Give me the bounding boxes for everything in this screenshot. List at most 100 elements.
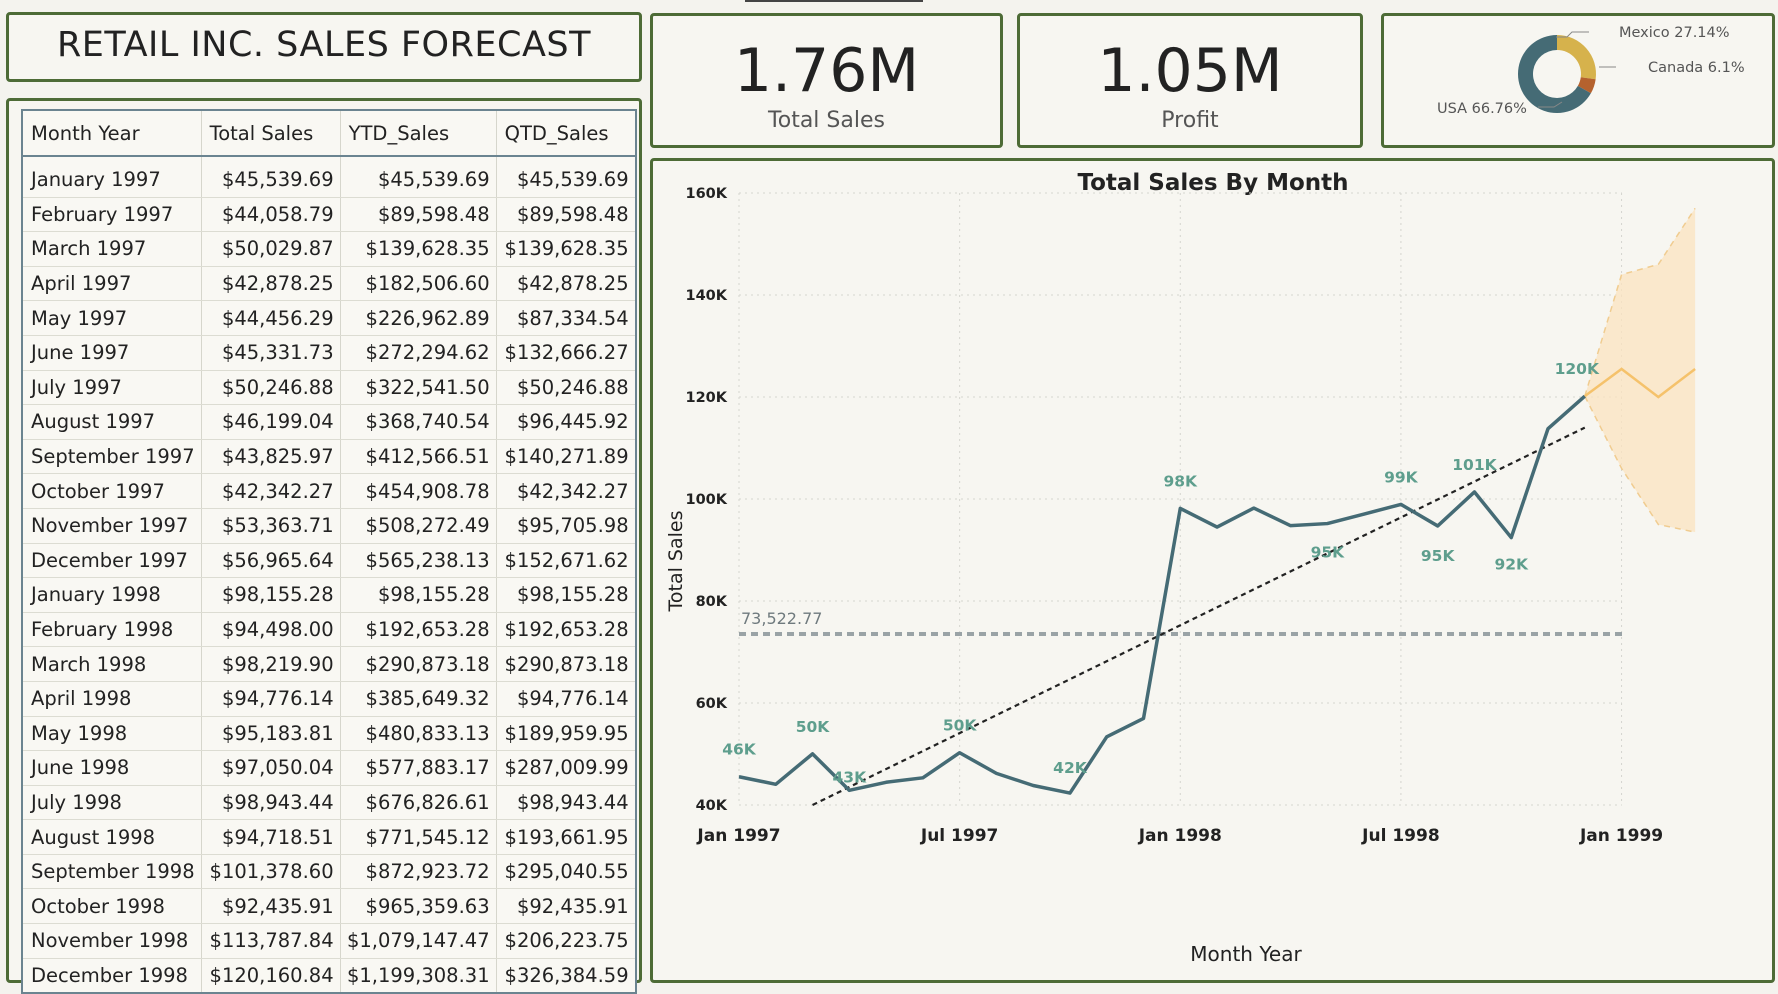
table-row[interactable]: November 1997 $53,363.71 $508,272.49 $95,70… xyxy=(22,508,637,544)
cell-qtd-sales: $290,873.18 xyxy=(496,646,637,682)
cell-ytd-sales: $322,541.50 xyxy=(340,370,497,406)
table-row[interactable]: July 1998 $98,943.44 $676,826.61 $98,943.44 xyxy=(22,785,637,821)
column-header-qtd-sales[interactable]: QTD_Sales xyxy=(496,110,637,157)
cell-month-year: November 1997 xyxy=(22,508,202,544)
cell-qtd-sales: $206,223.75 xyxy=(496,923,637,959)
table-row[interactable]: January 1998 $98,155.28 $98,155.28 $98,155.… xyxy=(22,577,637,613)
cell-qtd-sales: $132,666.27 xyxy=(496,335,637,371)
table-row[interactable]: October 1997 $42,342.27 $454,908.78 $42,342… xyxy=(22,473,637,509)
line-chart-card: Total Sales By Month Total Sales Month Y… xyxy=(650,158,1775,983)
cell-qtd-sales: $50,246.88 xyxy=(496,370,637,406)
table-row[interactable]: December 1998 $120,160.84 $1,199,308.31 $32… xyxy=(22,958,637,994)
cell-ytd-sales: $872,923.72 xyxy=(340,854,497,890)
cell-ytd-sales: $577,883.17 xyxy=(340,750,497,786)
cell-month-year: December 1998 xyxy=(22,958,202,994)
donut-chart[interactable]: Mexico 27.14% Canada 6.1% USA 66.76% xyxy=(1384,16,1772,145)
cell-total-sales: $56,965.64 xyxy=(201,543,341,579)
y-axis-title: Total Sales xyxy=(665,511,687,613)
cell-total-sales: $97,050.04 xyxy=(201,750,341,786)
table-row[interactable]: July 1997 $50,246.88 $322,541.50 $50,246.88 xyxy=(22,370,637,406)
table-row[interactable]: January 1997 $45,539.69 $45,539.69 $45,539.… xyxy=(22,156,637,198)
cell-ytd-sales: $89,598.48 xyxy=(340,197,497,233)
cell-month-year: March 1997 xyxy=(22,231,202,267)
cell-qtd-sales: $87,334.54 xyxy=(496,300,637,336)
data-label: 99K xyxy=(1384,468,1419,486)
donut-slice-mexico[interactable] xyxy=(1557,35,1596,80)
cell-qtd-sales: $192,653.28 xyxy=(496,612,637,648)
data-label: 42K xyxy=(1053,759,1088,777)
kpi-card-profit[interactable]: 1.05M Profit xyxy=(1017,13,1363,148)
cell-month-year: September 1997 xyxy=(22,439,202,475)
table-row[interactable]: June 1998 $97,050.04 $577,883.17 $287,009.9… xyxy=(22,750,637,786)
column-header-ytd-sales[interactable]: YTD_Sales xyxy=(340,110,497,157)
trend-line xyxy=(812,426,1586,806)
cell-month-year: June 1998 xyxy=(22,750,202,786)
y-tick-label: 120K xyxy=(685,390,727,406)
column-header-month-year[interactable]: Month Year xyxy=(22,110,202,157)
table-row[interactable]: March 1997 $50,029.87 $139,628.35 $139,628.… xyxy=(22,231,637,267)
y-tick-label: 60K xyxy=(696,696,728,712)
table-row[interactable]: April 1997 $42,878.25 $182,506.60 $42,878.2… xyxy=(22,266,637,302)
dashboard-title: RETAIL INC. SALES FORECAST xyxy=(56,25,592,65)
kpi-card-total-sales[interactable]: 1.76M Total Sales xyxy=(650,13,1003,148)
table-row[interactable]: December 1997 $56,965.64 $565,238.13 $152,6… xyxy=(22,543,637,579)
cell-ytd-sales: $272,294.62 xyxy=(340,335,497,371)
table-row[interactable]: September 1997 $43,825.97 $412,566.51 $140,… xyxy=(22,439,637,475)
data-label: 50K xyxy=(796,718,831,736)
table-row[interactable]: May 1997 $44,456.29 $226,962.89 $87,334.54 xyxy=(22,300,637,336)
table-row[interactable]: March 1998 $98,219.90 $290,873.18 $290,873.… xyxy=(22,646,637,682)
sales-table[interactable]: Month Year Total Sales YTD_Sales QTD_Sal… xyxy=(21,109,637,994)
column-header-total-sales[interactable]: Total Sales xyxy=(201,110,341,157)
cell-ytd-sales: $676,826.61 xyxy=(340,785,497,821)
donut-label-usa: USA 66.76% xyxy=(1437,101,1527,117)
x-axis-title: Month Year xyxy=(1190,942,1302,966)
table-row[interactable]: October 1998 $92,435.91 $965,359.63 $92,435… xyxy=(22,888,637,925)
table-row[interactable]: September 1998 $101,378.60 $872,923.72 $295… xyxy=(22,854,637,890)
table-row[interactable]: April 1998 $94,776.14 $385,649.32 $94,776.1… xyxy=(22,681,637,717)
cell-total-sales: $46,199.04 xyxy=(201,404,341,440)
x-tick-label: Jul 1998 xyxy=(1361,826,1440,846)
cell-qtd-sales: $189,959.95 xyxy=(496,716,637,752)
cell-total-sales: $95,183.81 xyxy=(201,716,341,752)
cell-qtd-sales: $94,776.14 xyxy=(496,681,637,717)
cell-month-year: September 1998 xyxy=(22,854,202,890)
cell-month-year: June 1997 xyxy=(22,335,202,371)
cell-ytd-sales: $454,908.78 xyxy=(340,473,497,509)
total-sales-line-chart[interactable]: Total Sales By Month Total Sales Month Y… xyxy=(653,161,1772,980)
table-row[interactable]: May 1998 $95,183.81 $480,833.13 $189,959.95 xyxy=(22,716,637,752)
table-row[interactable]: June 1997 $45,331.73 $272,294.62 $132,666.2… xyxy=(22,335,637,371)
cell-total-sales: $44,456.29 xyxy=(201,300,341,336)
cell-total-sales: $94,776.14 xyxy=(201,681,341,717)
data-label: 50K xyxy=(943,717,978,735)
donut-chart-card[interactable]: Mexico 27.14% Canada 6.1% USA 66.76% xyxy=(1381,13,1775,148)
table-row[interactable]: August 1997 $46,199.04 $368,740.54 $96,445.… xyxy=(22,404,637,440)
cell-ytd-sales: $1,079,147.47 xyxy=(340,923,497,959)
cell-ytd-sales: $98,155.28 xyxy=(340,577,497,613)
cell-ytd-sales: $290,873.18 xyxy=(340,646,497,682)
cell-month-year: May 1997 xyxy=(22,300,202,336)
data-label: 92K xyxy=(1494,556,1529,574)
cell-month-year: February 1998 xyxy=(22,612,202,648)
cell-ytd-sales: $192,653.28 xyxy=(340,612,497,648)
cell-qtd-sales: $193,661.95 xyxy=(496,819,637,855)
table-row[interactable]: November 1998 $113,787.84 $1,079,147.47 $20… xyxy=(22,923,637,959)
cell-total-sales: $42,342.27 xyxy=(201,473,341,509)
cell-month-year: October 1998 xyxy=(22,888,202,925)
cell-qtd-sales: $96,445.92 xyxy=(496,404,637,440)
table-row[interactable]: February 1997 $44,058.79 $89,598.48 $89,598… xyxy=(22,197,637,233)
average-line-label: 73,522.77 xyxy=(741,609,822,628)
cell-qtd-sales: $98,943.44 xyxy=(496,785,637,821)
cell-ytd-sales: $139,628.35 xyxy=(340,231,497,267)
table-row[interactable]: August 1998 $94,718.51 $771,545.12 $193,661… xyxy=(22,819,637,855)
table-row[interactable]: February 1998 $94,498.00 $192,653.28 $192,6… xyxy=(22,612,637,648)
cell-ytd-sales: $45,539.69 xyxy=(340,156,497,198)
cell-total-sales: $98,943.44 xyxy=(201,785,341,821)
cell-qtd-sales: $89,598.48 xyxy=(496,197,637,233)
cell-qtd-sales: $92,435.91 xyxy=(496,888,637,925)
cell-qtd-sales: $295,040.55 xyxy=(496,854,637,890)
data-label: 98K xyxy=(1163,472,1198,490)
y-tick-label: 80K xyxy=(696,594,728,610)
cell-month-year: October 1997 xyxy=(22,473,202,509)
cell-month-year: January 1998 xyxy=(22,577,202,613)
x-tick-label: Jan 1997 xyxy=(696,826,780,846)
